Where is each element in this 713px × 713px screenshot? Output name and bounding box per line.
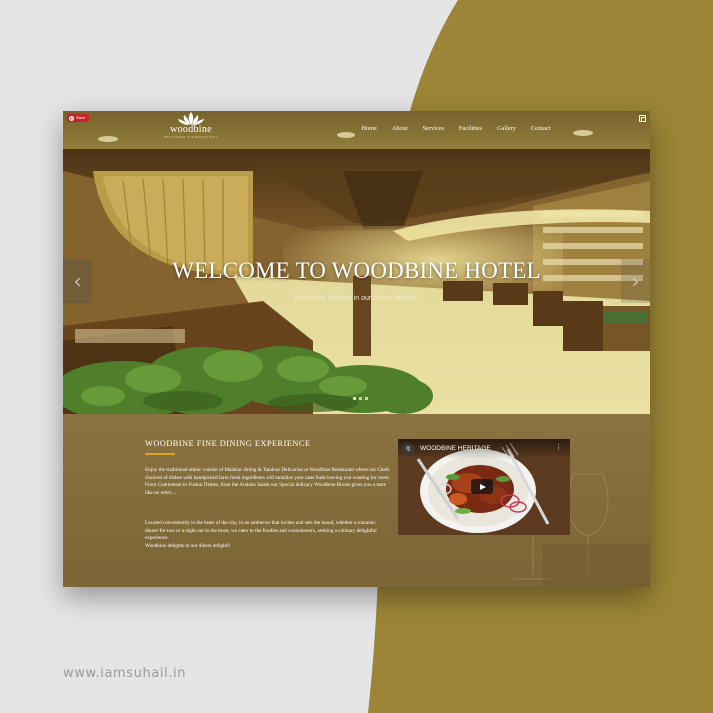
hero-subtitle: Woodbine delights in our diners delight!…: [294, 295, 419, 302]
pinterest-icon: P: [69, 115, 74, 121]
about-paragraph: Enjoy the traditional ethnic cuisine of …: [145, 467, 390, 497]
hero-title: WELCOME TO WOODBINE HOTEL: [172, 258, 541, 283]
hero-slider: P Save woodbine RESTAURANT & BANQUET HAL…: [63, 111, 650, 414]
play-button[interactable]: [471, 479, 493, 494]
title-underline: [145, 453, 175, 455]
channel-avatar[interactable]: q: [402, 443, 414, 455]
website-screenshot: P Save woodbine RESTAURANT & BANQUET HAL…: [63, 111, 650, 587]
nav-about[interactable]: About: [384, 125, 415, 132]
slider-dot[interactable]: [359, 397, 362, 400]
nav-services[interactable]: Services: [415, 125, 451, 132]
more-vert-icon[interactable]: ⋮: [555, 444, 562, 451]
logo-tagline: RESTAURANT & BANQUET HALL: [163, 136, 219, 139]
section-title: WOODBINE FINE DINING EXPERIENCE: [145, 439, 311, 448]
slider-dot[interactable]: [365, 397, 368, 400]
slider-dot[interactable]: [353, 397, 356, 400]
watermark: www.iamsuhail.in: [63, 666, 187, 681]
nav-home[interactable]: Home: [354, 125, 384, 132]
main-nav: Home About Services Facilities Gallery C…: [354, 125, 558, 132]
about-paragraph: Located conveniently in the heart of the…: [145, 520, 377, 542]
pinterest-save-button[interactable]: P Save: [67, 114, 90, 122]
pinterest-save-label: Save: [76, 115, 86, 120]
play-icon: [479, 483, 486, 490]
video-title[interactable]: WOODBINE HERITAGE: [420, 445, 491, 452]
nav-contact[interactable]: Contact: [523, 125, 558, 132]
video-embed[interactable]: q WOODBINE HERITAGE ⋮: [398, 439, 570, 535]
slider-dots: [353, 397, 368, 400]
about-paragraph-group: Located conveniently in the heart of the…: [145, 520, 390, 551]
logo-name: woodbine: [170, 124, 212, 135]
site-logo[interactable]: woodbine RESTAURANT & BANQUET HALL: [161, 111, 221, 141]
about-tagline: Woodbine delights in our diners delight!…: [145, 543, 231, 550]
nav-facilities[interactable]: Facilities: [451, 125, 489, 132]
about-section: WOODBINE FINE DINING EXPERIENCE Enjoy th…: [63, 414, 650, 587]
fullscreen-icon[interactable]: [639, 115, 646, 122]
nav-gallery[interactable]: Gallery: [490, 125, 524, 132]
